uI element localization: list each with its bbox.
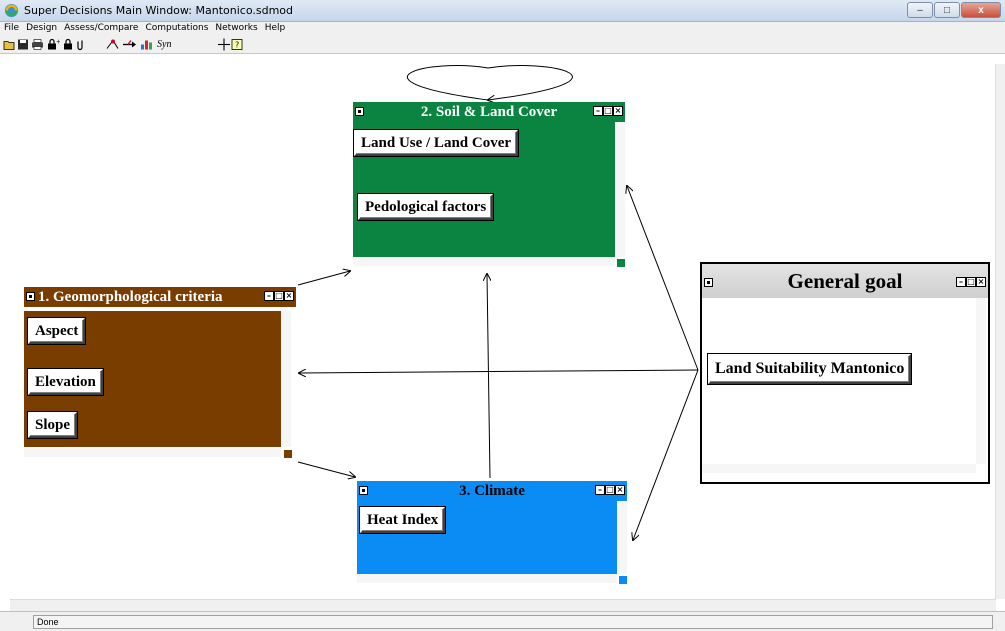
minimize-icon[interactable]: – [595,485,605,495]
cluster-climate-body: Heat Index [357,501,617,574]
menu-assess-compare[interactable]: Assess/Compare [60,22,141,33]
arrow-geo-to-climate [297,461,355,477]
arrow-climate-to-soil [487,274,490,479]
maximize-icon[interactable]: □ [605,485,615,495]
cluster-menu-icon[interactable] [355,107,364,116]
canvas-vertical-scrollbar[interactable] [995,64,1005,599]
cluster-menu-icon[interactable] [359,486,368,495]
cluster-climate-resize-handle[interactable] [619,576,627,584]
minimize-icon[interactable]: – [264,291,274,301]
cluster-geo-hscroll[interactable] [24,448,281,457]
close-icon[interactable]: × [976,277,986,287]
cluster-climate-vscroll[interactable] [617,501,627,574]
menu-bar: File Design Assess/Compare Computations Netw… [0,22,1005,36]
node-heat-index[interactable]: Heat Index [360,507,446,533]
cluster-soil-land-cover[interactable]: 2. Soil & Land Cover – □ × Land Use / Land… [353,102,625,272]
arrow-connect-icon[interactable] [122,38,138,51]
cluster-geomorphological[interactable]: 1. Geomorphological criteria – □ × Aspect … [24,287,296,458]
lock-icon[interactable] [63,38,74,51]
help-pointer-icon[interactable]: ? [231,38,243,51]
cluster-soil-body: Land Use / Land Cover Pedological factor… [353,122,615,257]
menu-file[interactable]: File [0,22,22,33]
menu-networks[interactable]: Networks [211,22,260,33]
cluster-goal-title: General goal [787,269,903,293]
node-connect-icon[interactable] [105,38,120,51]
canvas-horizontal-scrollbar[interactable] [10,599,996,611]
cluster-goal-header[interactable]: General goal – □ × [702,264,988,298]
arrow-geo-to-soil [297,271,350,286]
minimize-icon[interactable]: – [956,277,966,287]
cluster-geo-title: 1. Geomorphological criteria [38,289,223,305]
cluster-geo-body: Aspect Elevation Slope [24,311,281,447]
synthesis-button[interactable]: Syn [157,38,171,51]
bar-chart-icon[interactable] [140,38,154,51]
menu-computations[interactable]: Computations [141,22,211,33]
menu-design[interactable]: Design [22,22,60,33]
open-folder-icon[interactable] [3,38,15,51]
close-icon[interactable]: × [284,291,294,301]
maximize-window-button[interactable]: □ [934,2,960,18]
cluster-climate-title: 3. Climate [459,483,525,499]
node-land-use-land-cover[interactable]: Land Use / Land Cover [354,130,519,156]
maximize-icon[interactable]: □ [966,277,976,287]
minimize-window-button[interactable]: – [907,2,933,18]
minimize-icon[interactable]: – [593,106,603,116]
arrow-soil-self-loop [406,65,573,100]
print-icon[interactable] [31,38,44,51]
close-window-button[interactable]: x [961,2,1001,18]
cluster-soil-hscroll[interactable] [353,257,615,266]
network-canvas[interactable]: 2. Soil & Land Cover – □ × Land Use / Land… [10,64,996,599]
node-land-suitability-mantonico[interactable]: Land Suitability Mantonico [708,354,912,384]
arrow-goal-to-soil [627,186,699,371]
app-icon [4,3,19,18]
cluster-goal-vscroll[interactable] [976,298,986,464]
cluster-menu-icon[interactable] [704,278,713,287]
unlock-plus-icon[interactable]: + [47,38,60,51]
crosshair-icon[interactable] [218,38,230,51]
cluster-geo-vscroll[interactable] [281,311,291,447]
cluster-goal-hscroll[interactable] [702,464,976,473]
cluster-soil-title: 2. Soil & Land Cover [420,104,558,120]
window-title: Super Decisions Main Window: Mantonico.s… [24,4,294,17]
node-pedological-factors[interactable]: Pedological factors [358,194,494,220]
toolbar: + Syn ? [0,36,1005,54]
cluster-general-goal[interactable]: General goal – □ × Land Suitability Manton… [700,262,990,484]
arrow-goal-to-geo [299,370,699,373]
cluster-soil-header[interactable]: 2. Soil & Land Cover – □ × [353,102,625,122]
cluster-menu-icon[interactable] [26,292,35,301]
cluster-goal-body: Land Suitability Mantonico [702,298,976,464]
cluster-climate-header[interactable]: 3. Climate – □ × [357,481,627,501]
node-elevation[interactable]: Elevation [28,369,103,395]
status-bar: Done [0,611,1005,631]
svg-text:+: + [56,39,60,46]
cluster-soil-vscroll[interactable] [615,122,625,257]
cluster-geo-header[interactable]: 1. Geomorphological criteria – □ × [24,287,296,307]
arrow-goal-to-climate [633,369,699,540]
maximize-icon[interactable]: □ [274,291,284,301]
paperclip-icon[interactable] [76,38,84,51]
maximize-icon[interactable]: □ [603,106,613,116]
status-text: Done [33,615,993,629]
close-icon[interactable]: × [613,106,623,116]
menu-help[interactable]: Help [261,22,289,33]
svg-text:?: ? [235,41,239,50]
node-aspect[interactable]: Aspect [28,318,86,344]
close-icon[interactable]: × [615,485,625,495]
node-slope[interactable]: Slope [28,412,78,438]
save-icon[interactable] [17,38,29,51]
cluster-soil-resize-handle[interactable] [617,259,625,267]
window-titlebar: Super Decisions Main Window: Mantonico.s… [0,0,1005,22]
cluster-geo-resize-handle[interactable] [284,450,292,458]
cluster-climate[interactable]: 3. Climate – □ × Heat Index [357,481,627,586]
cluster-climate-hscroll[interactable] [357,574,617,583]
